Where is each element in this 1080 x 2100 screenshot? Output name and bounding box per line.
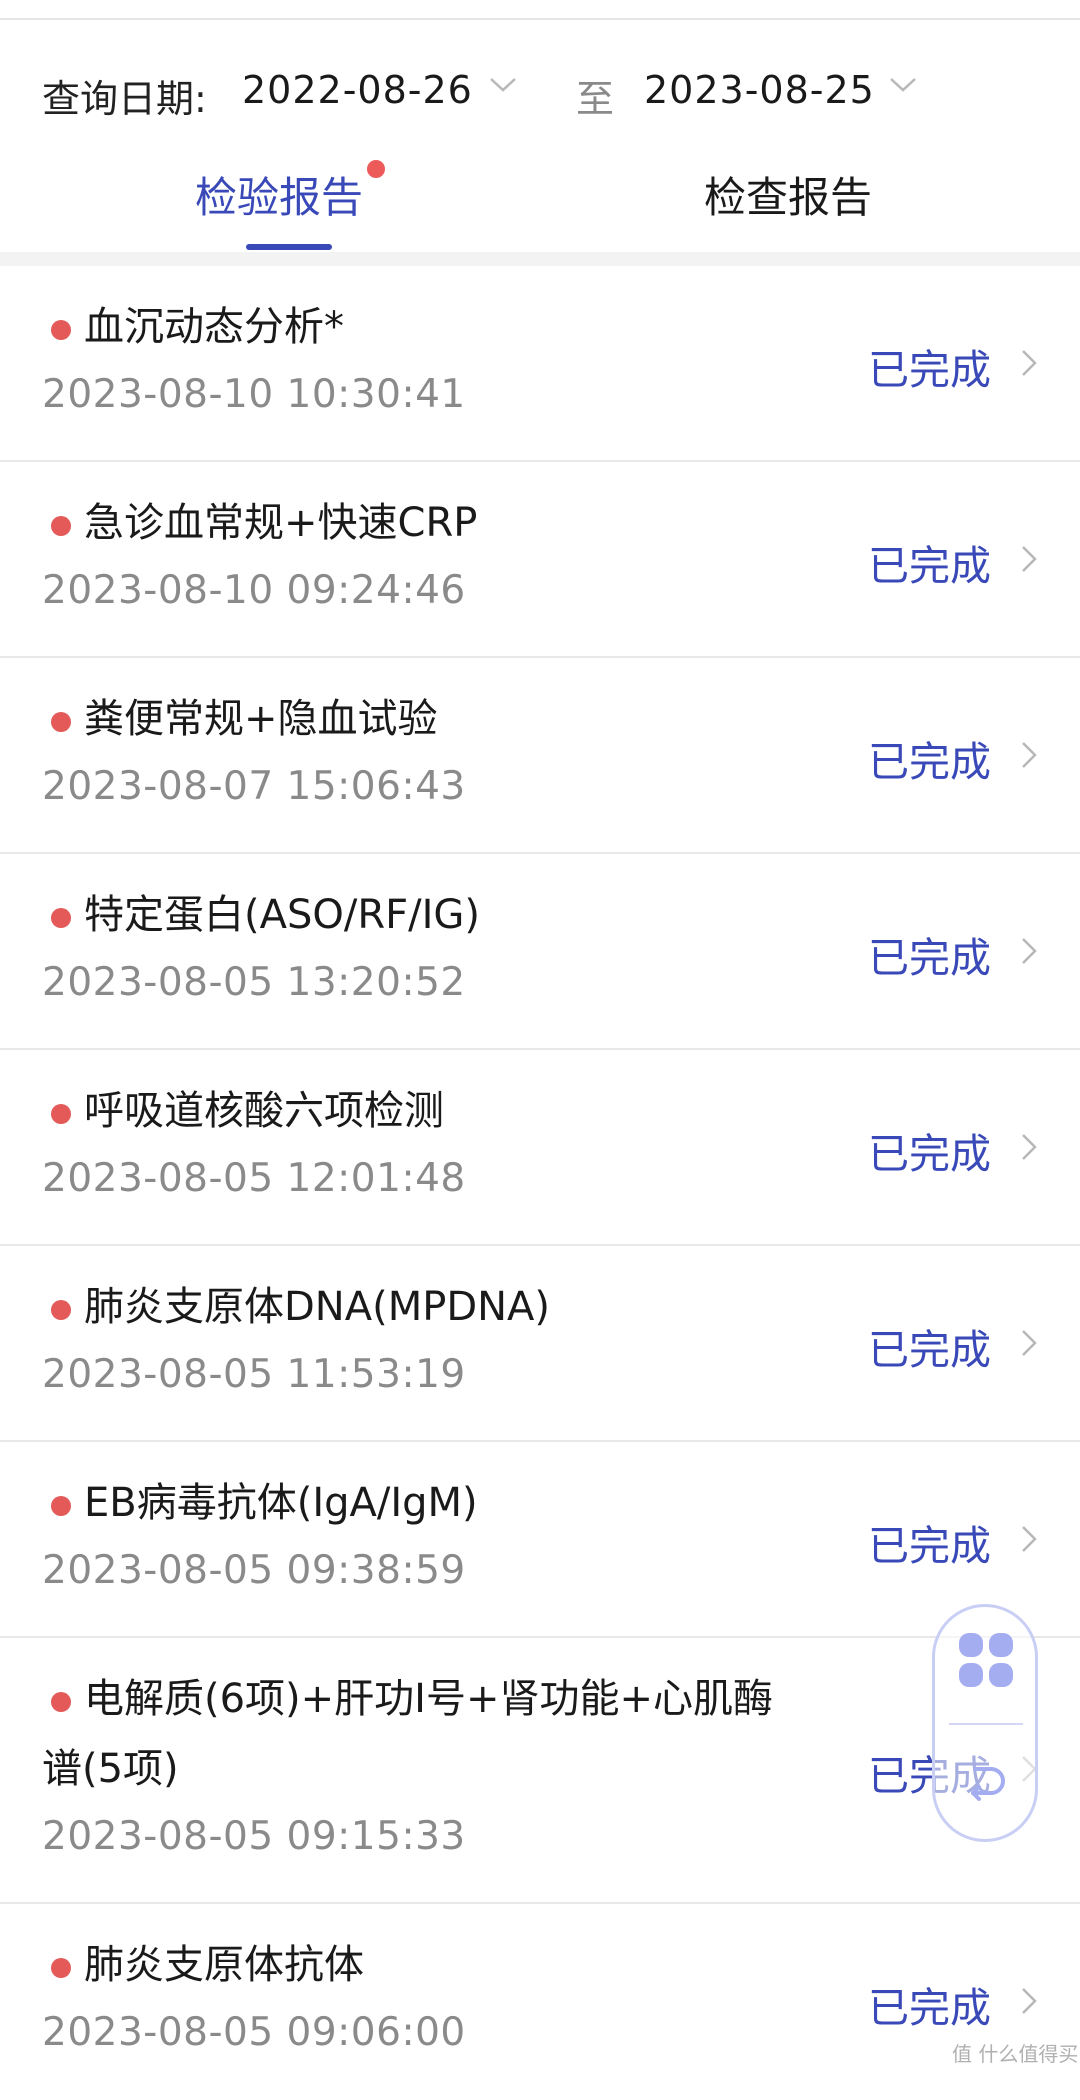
report-time: 2023-08-05 11:53:19 bbox=[42, 1352, 466, 1397]
report-status: 已完成 bbox=[868, 542, 991, 590]
top-divider bbox=[0, 0, 1080, 20]
unread-badge bbox=[367, 160, 385, 178]
date-filter-bar: 查询日期: 2022-08-26 至 2023-08-25 bbox=[0, 20, 1080, 128]
report-time: 2023-08-05 09:06:00 bbox=[42, 2010, 466, 2055]
start-date-select[interactable]: 2022-08-26 bbox=[242, 68, 473, 112]
report-title: 血沉动态分析* bbox=[84, 304, 344, 350]
report-time: 2023-08-05 09:15:33 bbox=[42, 1814, 466, 1859]
report-status: 已完成 bbox=[868, 1130, 991, 1178]
unread-dot bbox=[51, 908, 71, 928]
date-query-label: 查询日期: bbox=[42, 77, 207, 121]
report-row[interactable]: 电解质(6项)+肝功I号+肾功能+心肌酶谱(5项) 2023-08-05 09:… bbox=[0, 1638, 1080, 1904]
unread-dot bbox=[51, 1958, 71, 1978]
report-time: 2023-08-05 09:38:59 bbox=[42, 1548, 466, 1593]
unread-dot bbox=[51, 712, 71, 732]
watermark-text: 值 什么值得买 bbox=[952, 2042, 1079, 2066]
section-gap bbox=[0, 252, 1080, 266]
report-time: 2023-08-10 10:30:41 bbox=[42, 372, 466, 417]
report-status: 已完成 bbox=[868, 1326, 991, 1374]
chevron-right-icon bbox=[1022, 1526, 1037, 1552]
report-tabs: 检验报告 检查报告 bbox=[0, 128, 1080, 252]
report-time: 2023-08-07 15:06:43 bbox=[42, 764, 466, 809]
report-row[interactable]: 特定蛋白(ASO/RF/IG) 2023-08-05 13:20:52 已完成 bbox=[0, 854, 1080, 1050]
report-status: 已完成 bbox=[868, 934, 991, 982]
report-row[interactable]: 肺炎支原体抗体 2023-08-05 09:06:00 已完成 bbox=[0, 1904, 1080, 2100]
report-status: 已完成 bbox=[868, 738, 991, 786]
chevron-right-icon bbox=[1022, 350, 1037, 376]
report-row[interactable]: 粪便常规+隐血试验 2023-08-07 15:06:43 已完成 bbox=[0, 658, 1080, 854]
report-title: 呼吸道核酸六项检测 bbox=[84, 1088, 444, 1134]
tab-exam-reports[interactable]: 检查报告 bbox=[704, 164, 872, 225]
report-row[interactable]: EB病毒抗体(IgA/IgM) 2023-08-05 09:38:59 已完成 bbox=[0, 1442, 1080, 1638]
unread-dot bbox=[51, 1300, 71, 1320]
floating-assistant-widget[interactable] bbox=[932, 1604, 1038, 1842]
chevron-down-icon[interactable] bbox=[488, 72, 518, 96]
back-arrow-icon[interactable] bbox=[961, 1757, 1011, 1807]
report-title: EB病毒抗体(IgA/IgM) bbox=[84, 1480, 478, 1526]
active-tab-indicator bbox=[246, 244, 332, 250]
unread-dot bbox=[51, 1104, 71, 1124]
report-time: 2023-08-05 13:20:52 bbox=[42, 960, 466, 1005]
report-time: 2023-08-10 09:24:46 bbox=[42, 568, 466, 613]
report-row[interactable]: 急诊血常规+快速CRP 2023-08-10 09:24:46 已完成 bbox=[0, 462, 1080, 658]
report-title: 急诊血常规+快速CRP bbox=[84, 500, 478, 546]
chevron-right-icon bbox=[1022, 938, 1037, 964]
report-title: 肺炎支原体抗体 bbox=[84, 1942, 364, 1988]
report-row[interactable]: 肺炎支原体DNA(MPDNA) 2023-08-05 11:53:19 已完成 bbox=[0, 1246, 1080, 1442]
report-list: 血沉动态分析* 2023-08-10 10:30:41 已完成 急诊血常规+快速… bbox=[0, 266, 1080, 2100]
report-title: 粪便常规+隐血试验 bbox=[84, 696, 438, 742]
report-title: 电解质(6项)+肝功I号+肾功能+心肌酶谱(5项) bbox=[42, 1676, 774, 1792]
apps-grid-icon[interactable] bbox=[957, 1631, 1015, 1689]
end-date-select[interactable]: 2023-08-25 bbox=[644, 68, 875, 112]
report-status: 已完成 bbox=[868, 1522, 991, 1570]
report-row[interactable]: 呼吸道核酸六项检测 2023-08-05 12:01:48 已完成 bbox=[0, 1050, 1080, 1246]
report-title: 肺炎支原体DNA(MPDNA) bbox=[84, 1284, 551, 1330]
chevron-down-icon[interactable] bbox=[888, 72, 918, 96]
chevron-right-icon bbox=[1022, 1134, 1037, 1160]
date-range-separator: 至 bbox=[576, 77, 615, 121]
report-status: 已完成 bbox=[868, 346, 991, 394]
unread-dot bbox=[51, 1496, 71, 1516]
unread-dot bbox=[51, 516, 71, 536]
chevron-right-icon bbox=[1022, 742, 1037, 768]
widget-divider bbox=[949, 1723, 1023, 1725]
report-time: 2023-08-05 12:01:48 bbox=[42, 1156, 466, 1201]
report-status: 已完成 bbox=[868, 1984, 991, 2032]
unread-dot bbox=[51, 320, 71, 340]
report-title: 特定蛋白(ASO/RF/IG) bbox=[84, 892, 480, 938]
chevron-right-icon bbox=[1022, 1988, 1037, 2014]
tab-lab-reports[interactable]: 检验报告 bbox=[195, 164, 363, 225]
chevron-right-icon bbox=[1022, 1330, 1037, 1356]
chevron-right-icon bbox=[1022, 546, 1037, 572]
report-row[interactable]: 血沉动态分析* 2023-08-10 10:30:41 已完成 bbox=[0, 266, 1080, 462]
